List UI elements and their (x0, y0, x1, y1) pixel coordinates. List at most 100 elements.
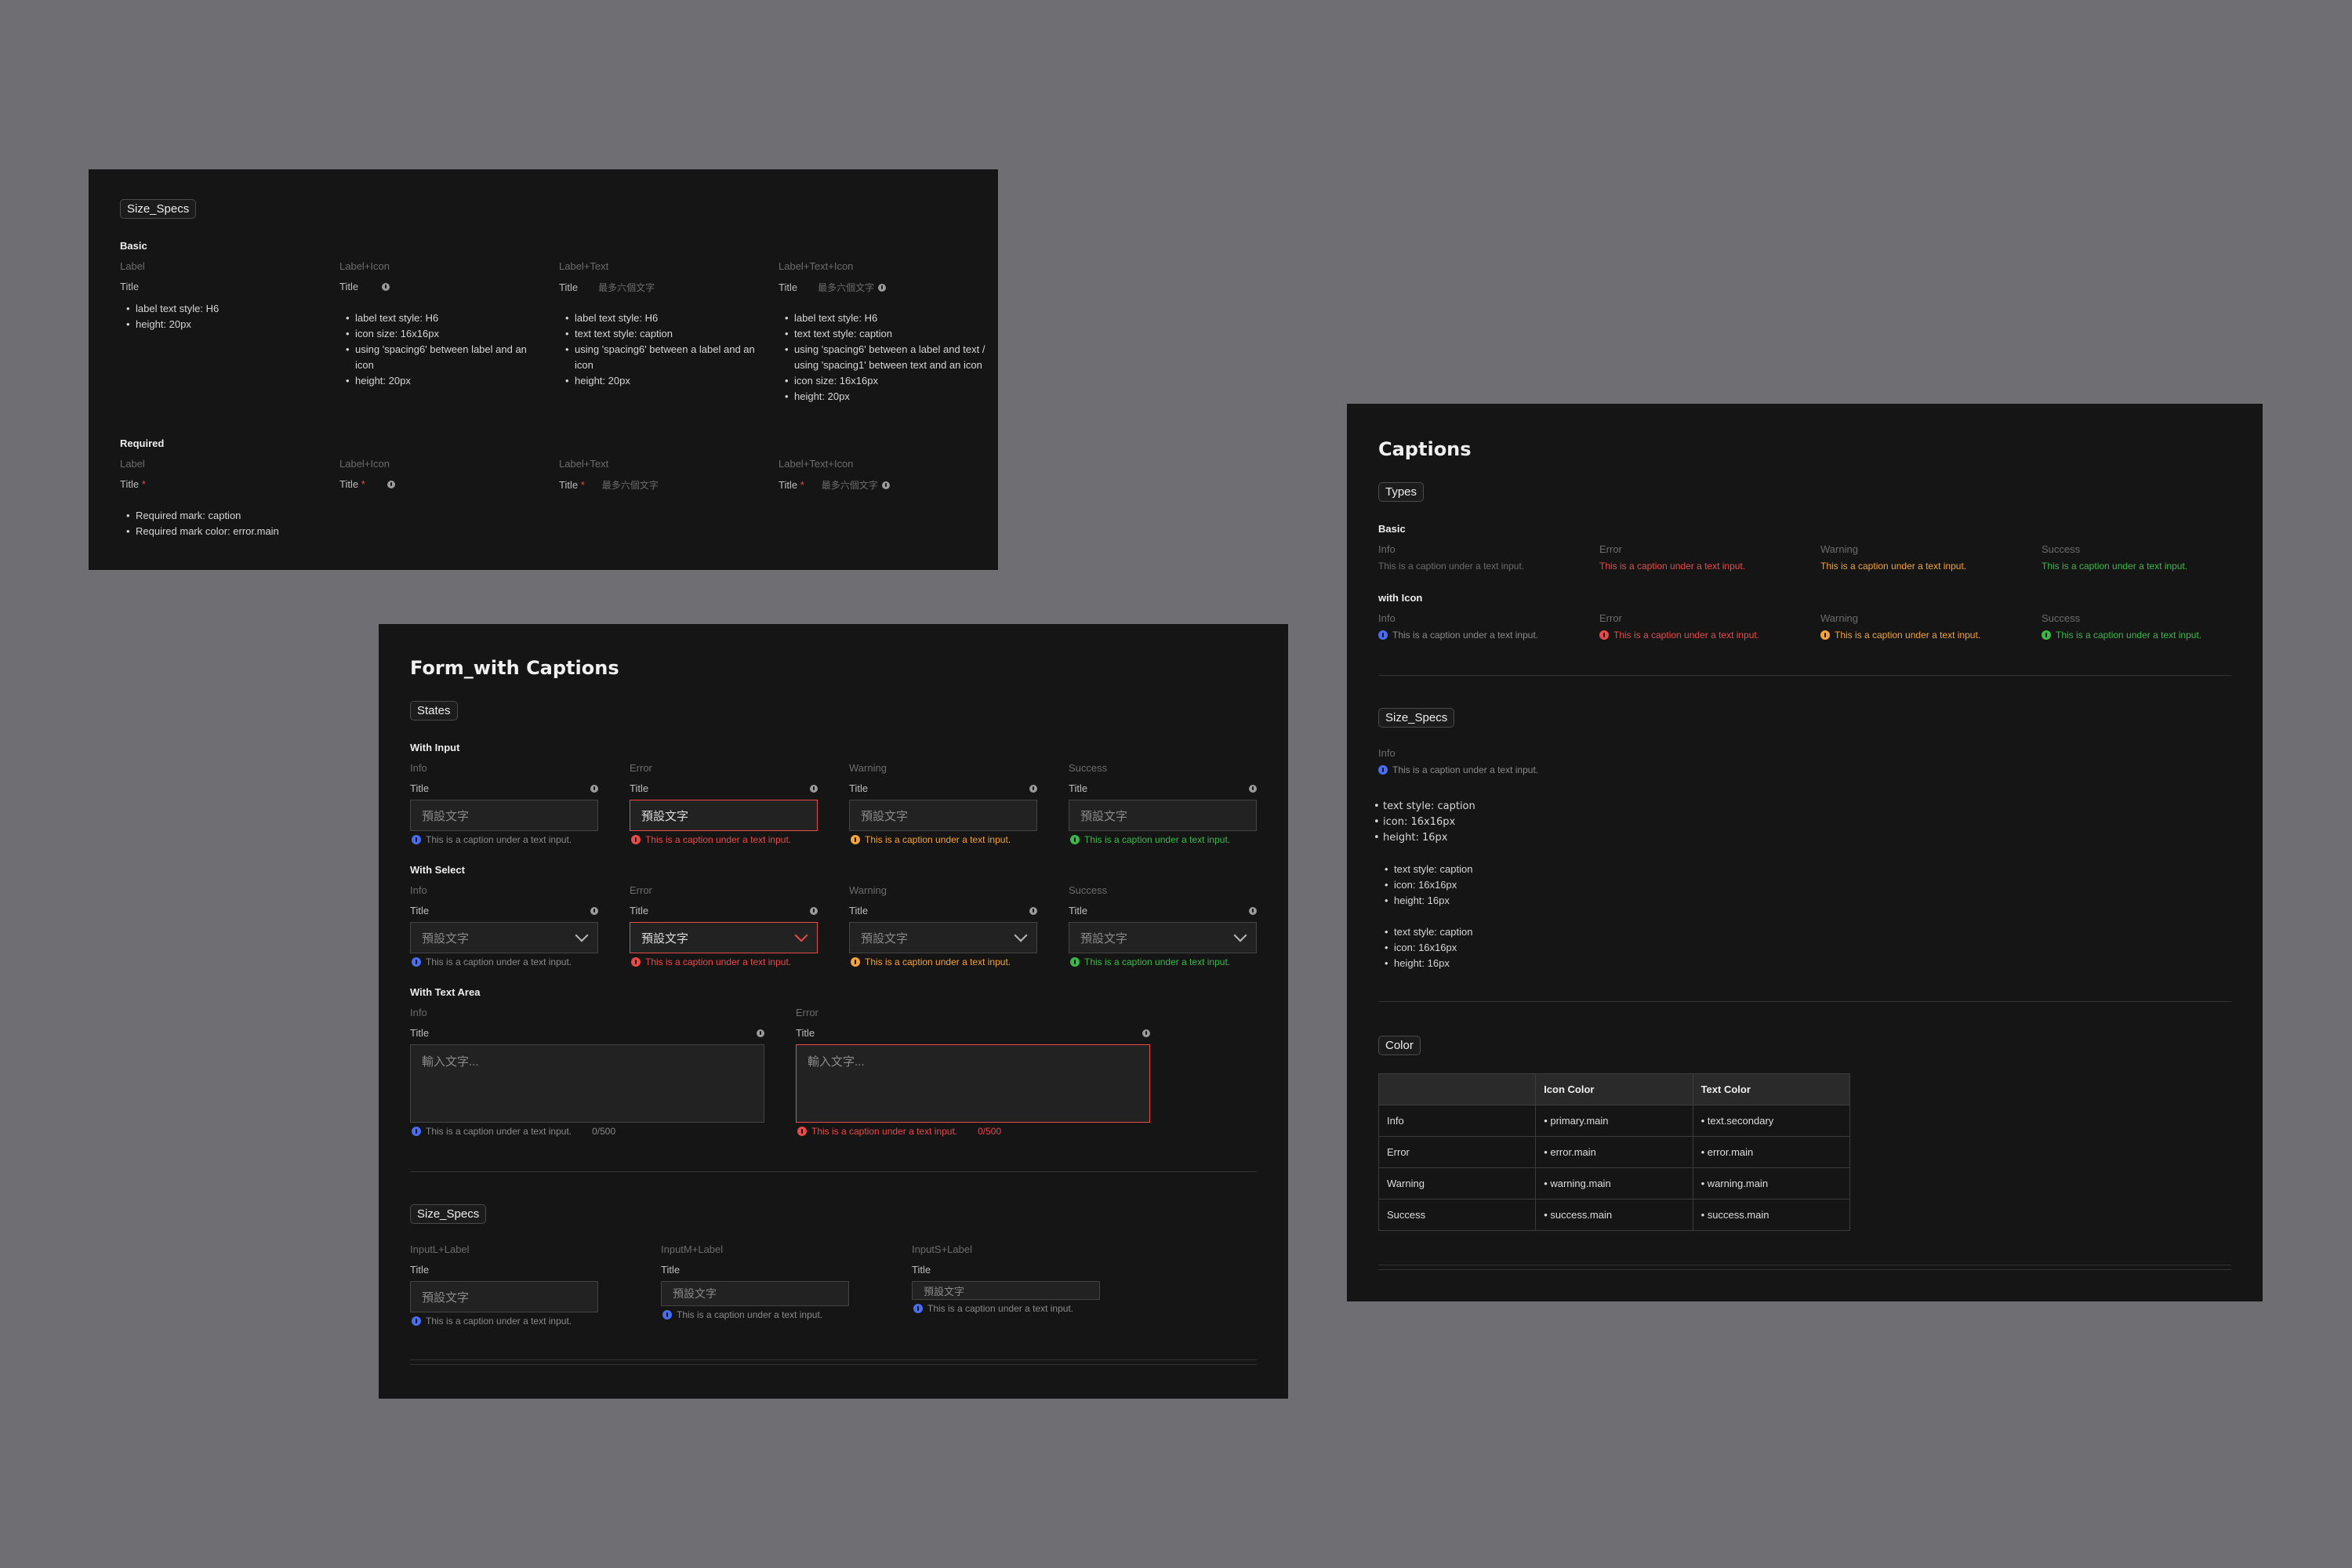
state-error-label: Error (796, 1007, 818, 1018)
field-title-row: Title (410, 905, 598, 916)
spec-item: label text style: H6 (126, 301, 324, 317)
state-info-label: Info (1378, 543, 1396, 555)
caption-text: This is a caption under a text input. (426, 1316, 572, 1327)
state-error-label: Error (1599, 543, 1622, 555)
select-warning[interactable]: 預設文字 (849, 922, 1037, 953)
table-cell: Info (1377, 1105, 1537, 1137)
spec-item: label text style: H6 (346, 310, 543, 326)
info-icon (1378, 630, 1388, 640)
label-text-title: Title 最多六個文字 (559, 281, 655, 294)
label-specs-card: Size_Specs Basic Label Label+Icon Label+… (89, 169, 998, 570)
state-success-label: Success (2042, 543, 2081, 555)
input-small[interactable]: 預設文字 (912, 1281, 1100, 1300)
field-title: Title (410, 1027, 430, 1039)
page-title: Captions (1378, 438, 1472, 460)
text-input-error[interactable]: 預設文字 (630, 800, 818, 831)
select-value: 預設文字 (861, 931, 909, 946)
state-warning-label: Warning (1820, 543, 1858, 555)
divider (1378, 1001, 2231, 1002)
select-value: 預設文字 (422, 931, 470, 946)
caption-text: This is a caption under a text input. (426, 1126, 572, 1137)
label-title: Title (339, 281, 359, 292)
size-large-label: InputL+Label (410, 1243, 470, 1255)
label-title: Title (339, 478, 359, 490)
required-mark: * (800, 479, 804, 491)
size-specs-tag: Size_Specs (1378, 708, 1455, 728)
state-info-label: Info (410, 884, 427, 896)
text-input-info[interactable]: 預設文字 (410, 800, 598, 831)
text-input-warning[interactable]: 預設文字 (849, 800, 1037, 831)
label-hint: 最多六個文字 (818, 282, 875, 293)
field-title-row: Title (849, 782, 1037, 794)
info-icon (590, 906, 598, 915)
field-title-row: Title (1069, 905, 1257, 916)
error-icon (631, 835, 641, 844)
spec-item: using 'spacing6' between a label and an … (565, 342, 763, 373)
spec-list-label-text: label text style: H6 text text style: ca… (559, 310, 763, 389)
field-title: Title (1069, 905, 1088, 916)
caption-error: This is a caption under a text input. (631, 956, 791, 967)
state-warning-label: Warning (849, 762, 887, 774)
caption-text: This is a caption under a text input. (1084, 956, 1231, 967)
error-icon (797, 1127, 807, 1136)
warning-icon (851, 835, 860, 844)
caption-text: This is a caption under a text input. (1392, 630, 1539, 641)
size-specs-tag: Size_Specs (120, 199, 197, 219)
caption-info: This is a caption under a text input. (1378, 630, 1538, 641)
field-title: Title (1069, 782, 1088, 794)
spec-item: Required mark color: error.main (126, 524, 371, 539)
table-cell-value: text.secondary (1707, 1115, 1774, 1127)
caption-text: This is a caption under a text input. (1835, 630, 1981, 641)
input-medium[interactable]: 預設文字 (661, 1281, 849, 1306)
text-input-success[interactable]: 預設文字 (1069, 800, 1257, 831)
spec-item: text style: caption (1385, 924, 1473, 940)
input-placeholder: 預設文字 (641, 809, 689, 823)
textarea-placeholder: 輸入文字... (808, 1055, 865, 1069)
color-tag: Color (1378, 1036, 1421, 1055)
select-error[interactable]: 預設文字 (630, 922, 818, 953)
states-tag: States (410, 701, 458, 720)
table-cell: • warning.main (1692, 1167, 1851, 1200)
textarea-info[interactable]: 輸入文字... (410, 1044, 764, 1123)
select-value: 預設文字 (1080, 931, 1128, 946)
size-specs-tag: Size_Specs (410, 1204, 487, 1224)
with-textarea-heading: With Text Area (410, 986, 481, 998)
table-row: Warning • warning.main • warning.main (1377, 1167, 1851, 1200)
divider (410, 1364, 1257, 1365)
spec-item: height: 16px (1385, 893, 1472, 909)
divider (410, 1171, 1257, 1172)
spec-list-label-text-icon: label text style: H6 text text style: ca… (779, 310, 990, 405)
size-medium-label: InputM+Label (661, 1243, 724, 1255)
caption-error: This is a caption under a text input. 0/5… (797, 1126, 1001, 1137)
label-title: Title (779, 281, 798, 293)
table-cell: • success.main (1535, 1199, 1693, 1231)
caption-text: This is a caption under a text input. (426, 834, 572, 845)
table-cell: • text.secondary (1692, 1105, 1851, 1137)
required-label-text-title: Title * 最多六個文字 (559, 478, 659, 492)
info-icon (412, 957, 421, 967)
spec-item: icon: 16x16px (1385, 877, 1472, 893)
state-error-label: Error (630, 762, 652, 774)
textarea-error[interactable]: 輸入文字... (796, 1044, 1150, 1123)
select-success[interactable]: 預設文字 (1069, 922, 1257, 953)
table-header (1377, 1073, 1537, 1105)
table-cell-value: error.main (1550, 1146, 1596, 1158)
field-title-row: Title (1069, 782, 1257, 794)
caption-info: This is a caption under a text input. (412, 956, 572, 967)
input-placeholder: 預設文字 (422, 1290, 470, 1305)
select-info[interactable]: 預設文字 (410, 922, 598, 953)
field-title-row: Title (630, 782, 818, 794)
caption-text: This is a caption under a text input. (865, 834, 1011, 845)
caption-text: This is a caption under a text input. (645, 834, 792, 845)
spec-item: text text style: caption (785, 326, 990, 342)
label-hint: 最多六個文字 (598, 282, 655, 293)
spec-item: icon size: 16x16px (346, 326, 543, 342)
field-title: Title (849, 782, 869, 794)
caption-text: This is a caption under a text input. (426, 956, 572, 967)
input-placeholder: 預設文字 (861, 809, 909, 823)
state-success-label: Success (1069, 762, 1108, 774)
caption-info: This is a caption under a text input. (1378, 561, 1524, 572)
input-large[interactable]: 預設文字 (410, 1281, 598, 1312)
col-label-text: Label+Text (559, 260, 609, 272)
info-icon (1142, 1029, 1150, 1037)
